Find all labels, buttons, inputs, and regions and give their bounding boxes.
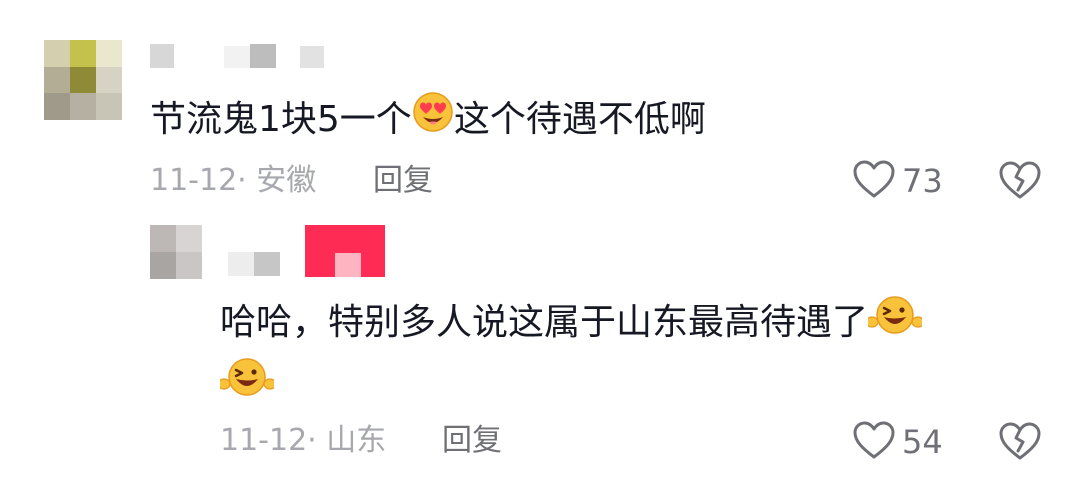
dislike-button[interactable] — [998, 160, 1042, 204]
comment-text: 哈哈，特别多人说这属于山东最高待遇了 — [220, 295, 1030, 353]
dislike-button[interactable] — [998, 421, 1042, 465]
comment-text: 节流鬼1块5一个 这个待遇不低啊 — [150, 91, 706, 148]
avatar[interactable] — [44, 40, 122, 120]
grinning-squint-emoji — [217, 358, 277, 404]
like-button[interactable]: 54 — [852, 420, 943, 464]
like-button[interactable]: 73 — [852, 159, 943, 203]
reply-button[interactable]: 回复 — [442, 423, 502, 459]
author-badge — [305, 225, 385, 277]
heart-icon — [852, 420, 896, 464]
reply-button[interactable]: 回复 — [373, 163, 433, 199]
comment-meta: 11-12· 安徽 — [150, 163, 317, 198]
heart-eyes-emoji — [412, 91, 454, 145]
username[interactable] — [150, 44, 324, 68]
like-count: 73 — [902, 162, 943, 200]
avatar[interactable] — [150, 225, 202, 279]
broken-heart-icon — [998, 422, 1042, 465]
trailing-emoji — [217, 354, 277, 404]
like-count: 54 — [902, 423, 943, 461]
grinning-squint-emoji — [865, 292, 925, 350]
comment-meta: 11-12· 山东 — [220, 423, 387, 458]
heart-icon — [852, 159, 896, 203]
broken-heart-icon — [998, 161, 1042, 204]
